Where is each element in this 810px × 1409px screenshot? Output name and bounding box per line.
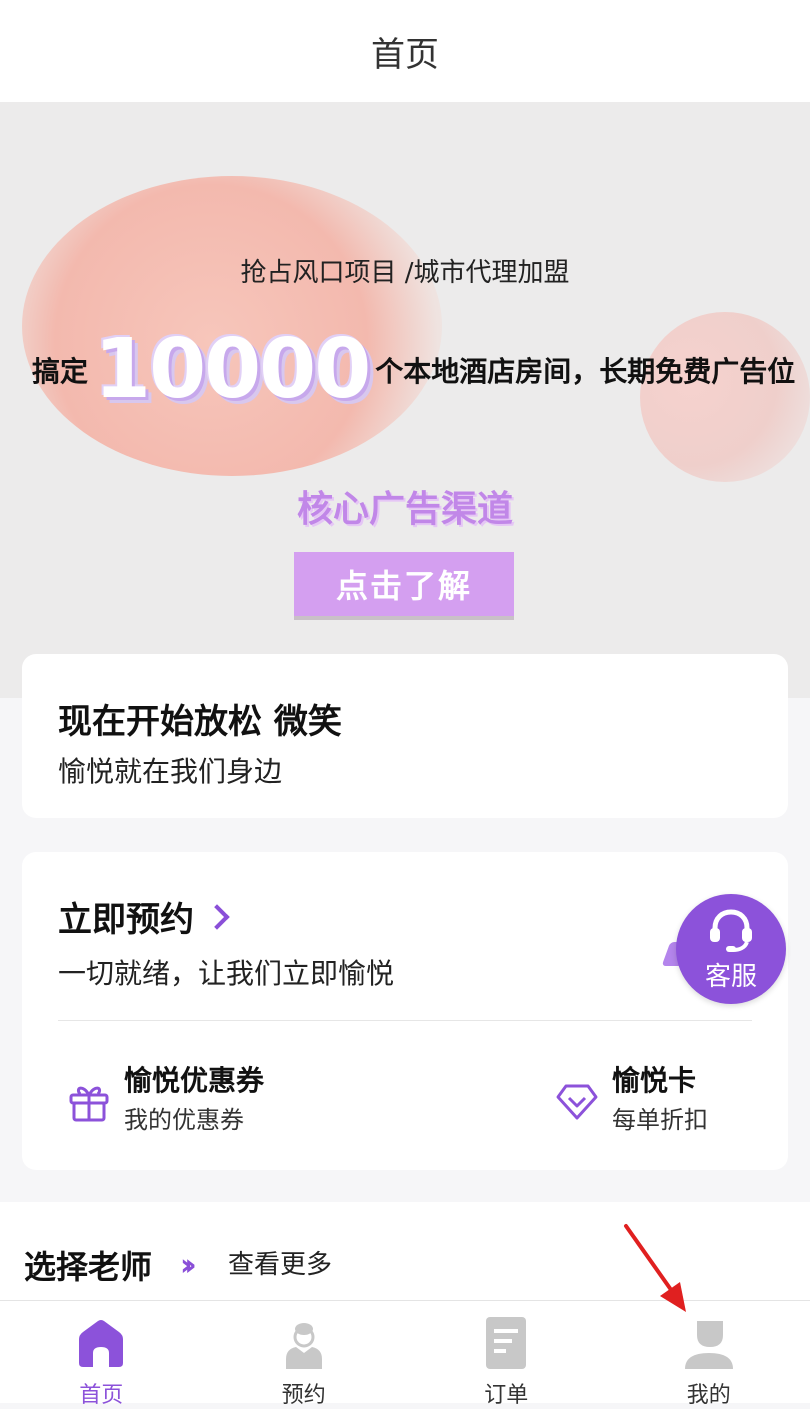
tab-orders-label: 订单 — [405, 1377, 608, 1409]
red-arrow-annotation — [620, 1222, 700, 1314]
banner-tagline: 抢占风口项目 /城市代理加盟 — [0, 252, 810, 289]
divider — [58, 1020, 752, 1021]
banner-headline: 搞定 10000 个本地酒店房间，长期免费广告位 — [32, 322, 810, 417]
top-header: 首页 — [0, 0, 810, 102]
banner-channel: 核心广告渠道 — [0, 480, 810, 532]
coupon-subtitle: 我的优惠券 — [124, 1100, 264, 1140]
book-now-title: 立即预约 — [58, 892, 194, 941]
card-entry[interactable]: 愉悦卡 每单折扣 — [554, 1062, 708, 1140]
headline-number: 10000 — [94, 322, 369, 417]
relax-card: 现在开始放松 微笑 愉悦就在我们身边 — [22, 654, 788, 818]
teachers-title: 选择老师 — [24, 1242, 152, 1288]
chevron-right-icon — [204, 904, 229, 929]
bottom-tab-bar: 首页 预约 订单 我的 — [0, 1300, 810, 1403]
relax-card-title: 现在开始放松 微笑 — [58, 694, 342, 743]
double-chevron-icon: ›› — [180, 1248, 189, 1283]
tab-home[interactable]: 首页 — [0, 1301, 203, 1403]
tab-orders[interactable]: 订单 — [405, 1301, 608, 1403]
gift-icon — [66, 1078, 112, 1124]
booking-card: 立即预约 一切就绪，让我们立即愉悦 愉悦优惠券 我的优惠券 愉悦卡 每单折扣 — [22, 852, 788, 1170]
diamond-icon — [554, 1078, 600, 1124]
tab-booking[interactable]: 预约 — [203, 1301, 406, 1403]
coupon-title: 愉悦优惠券 — [124, 1062, 264, 1100]
tab-profile[interactable]: 我的 — [608, 1301, 810, 1403]
promo-banner[interactable]: 抢占风口项目 /城市代理加盟 搞定 10000 个本地酒店房间，长期免费广告位 … — [0, 102, 810, 698]
customer-service-button[interactable]: 客服 — [676, 894, 786, 1004]
document-icon — [478, 1315, 534, 1371]
view-more-link[interactable]: 查看更多 — [228, 1244, 332, 1281]
headline-suffix: 个本地酒店房间，长期免费广告位 — [375, 350, 795, 390]
book-now-link[interactable]: 立即预约 — [58, 892, 226, 941]
book-now-subtitle: 一切就绪，让我们立即愉悦 — [58, 952, 394, 992]
home-icon — [73, 1315, 129, 1371]
tab-home-label: 首页 — [0, 1377, 203, 1409]
profile-icon — [681, 1315, 737, 1371]
coupon-entry[interactable]: 愉悦优惠券 我的优惠券 — [66, 1062, 264, 1140]
tab-profile-label: 我的 — [608, 1377, 810, 1409]
headset-icon — [704, 906, 758, 954]
learn-more-button[interactable]: 点击了解 — [294, 552, 514, 616]
tab-booking-label: 预约 — [203, 1377, 406, 1409]
card-title: 愉悦卡 — [612, 1062, 708, 1100]
person-icon — [276, 1315, 332, 1371]
page-title: 首页 — [371, 27, 439, 76]
relax-card-subtitle: 愉悦就在我们身边 — [58, 750, 282, 790]
customer-service-label: 客服 — [705, 956, 757, 993]
card-subtitle: 每单折扣 — [612, 1100, 708, 1140]
headline-prefix: 搞定 — [32, 350, 88, 390]
